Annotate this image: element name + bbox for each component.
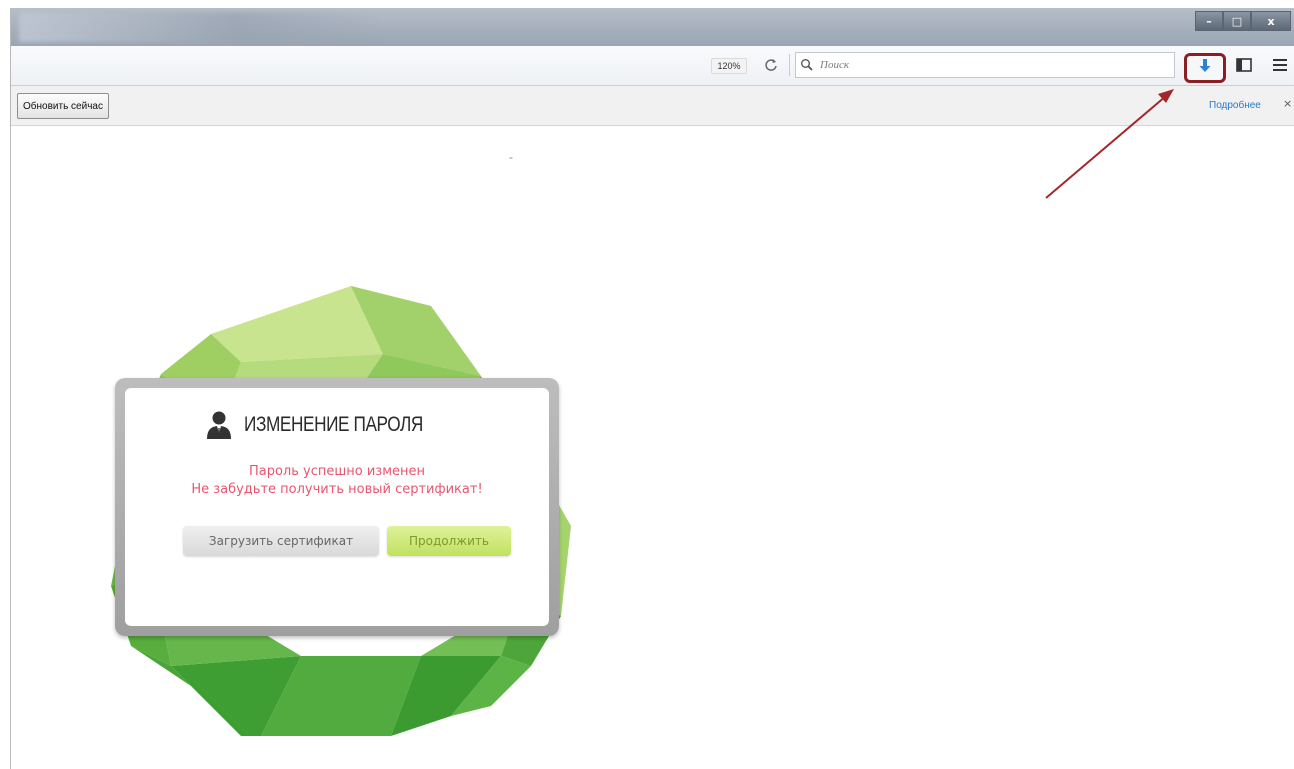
tab-strip xyxy=(19,12,379,42)
page-marker: - xyxy=(509,150,513,164)
update-now-button[interactable]: Обновить сейчас xyxy=(17,93,109,119)
search-box[interactable] xyxy=(795,52,1175,78)
reminder-message: Не забудьте получить новый сертификат! xyxy=(191,482,483,497)
close-window-button[interactable]: x xyxy=(1251,11,1291,31)
download-arrow-icon xyxy=(1198,58,1212,79)
search-icon xyxy=(796,53,818,77)
reload-icon[interactable] xyxy=(763,56,779,74)
more-info-link[interactable]: Подробнее xyxy=(1209,100,1261,111)
sidebar-icon xyxy=(1236,57,1252,77)
browser-window: – □ x 120% Поиск Обновить сейчас Подробн… xyxy=(10,8,1294,769)
dialog-title: ИЗМЕНЕНИЕ ПАРОЛЯ xyxy=(243,413,423,436)
hamburger-menu-icon xyxy=(1272,58,1288,77)
window-controls: – □ x xyxy=(1195,11,1291,31)
password-change-dialog: ИЗМЕНЕНИЕ ПАРОЛЯ Пароль успешно изменен … xyxy=(115,378,559,636)
title-bar: – □ x xyxy=(11,8,1294,46)
download-certificate-button[interactable]: Загрузить сертификат xyxy=(183,526,379,556)
dialog-header: ИЗМЕНЕНИЕ ПАРОЛЯ xyxy=(125,410,549,440)
menu-button[interactable] xyxy=(1269,57,1291,77)
minimize-button[interactable]: – xyxy=(1195,11,1223,31)
toolbar-separator xyxy=(789,54,790,76)
sidebar-button[interactable] xyxy=(1233,57,1255,77)
dialog-body: ИЗМЕНЕНИЕ ПАРОЛЯ Пароль успешно изменен … xyxy=(125,388,549,626)
continue-button[interactable]: Продолжить xyxy=(387,526,511,556)
user-icon xyxy=(204,410,234,440)
close-icon[interactable]: × xyxy=(1283,97,1292,110)
success-message: Пароль успешно изменен xyxy=(248,464,426,479)
maximize-button[interactable]: □ xyxy=(1223,11,1251,31)
zoom-level[interactable]: 120% xyxy=(711,58,747,74)
downloads-button[interactable] xyxy=(1184,53,1226,83)
search-input[interactable] xyxy=(818,54,1158,76)
notification-bar: Обновить сейчас Подробнее × xyxy=(11,86,1294,126)
navigation-toolbar: 120% xyxy=(11,46,1294,86)
page-content: - ИЗМЕНЕНИЕ ПАРОЛЯ Пароль успешно измене… xyxy=(11,126,1294,769)
